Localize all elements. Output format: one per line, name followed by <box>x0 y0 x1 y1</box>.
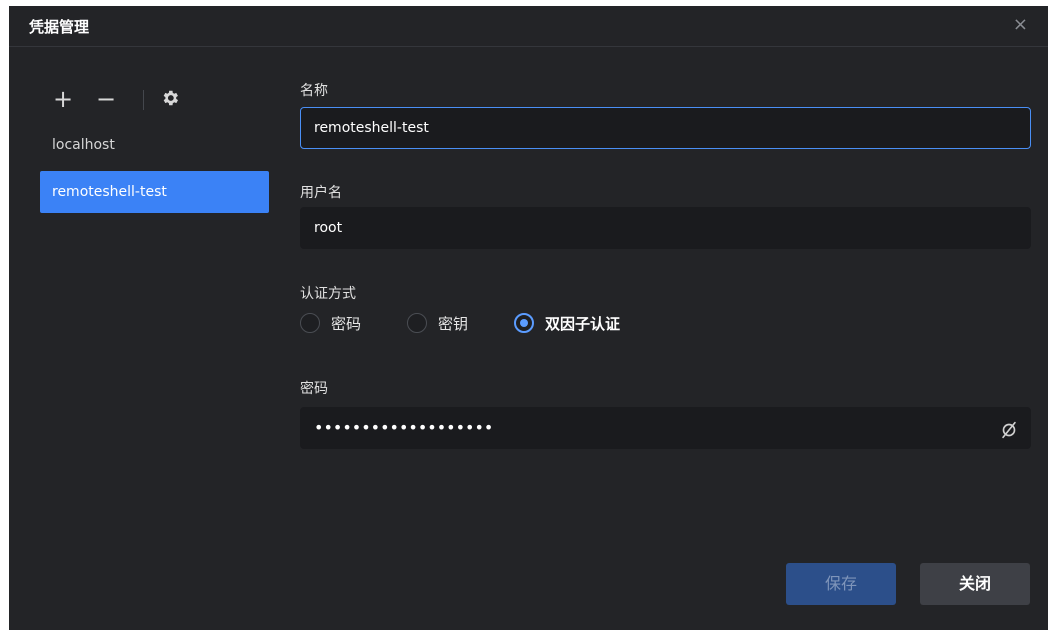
close-icon[interactable]: × <box>1013 14 1028 35</box>
credential-item-localhost[interactable]: localhost <box>40 124 269 166</box>
dialog-title: 凭据管理 <box>29 18 90 36</box>
radio-circle <box>407 313 427 333</box>
dialog-titlebar: 凭据管理 × <box>9 6 1048 47</box>
radio-label: 密码 <box>331 315 362 333</box>
close-button[interactable]: 关闭 <box>920 563 1030 605</box>
name-label: 名称 <box>300 83 328 99</box>
credential-item-remoteshell-test[interactable]: remoteshell-test <box>40 171 269 213</box>
credential-manager-dialog: 凭据管理 × + − localhost remoteshell-test 名称… <box>9 6 1048 630</box>
save-button[interactable]: 保存 <box>786 563 896 605</box>
radio-label: 密钥 <box>438 315 469 333</box>
toolbar-divider <box>143 90 144 110</box>
gear-icon[interactable] <box>160 87 180 113</box>
radio-circle <box>514 313 534 333</box>
password-label: 密码 <box>300 381 328 397</box>
password-field[interactable]: ••••••••••••••••••• <box>300 407 1031 449</box>
radio-circle <box>300 313 320 333</box>
eye-off-icon[interactable] <box>998 417 1020 439</box>
add-credential-button[interactable]: + <box>53 86 73 112</box>
remove-credential-button[interactable]: − <box>96 86 116 112</box>
auth-method-label: 认证方式 <box>300 286 356 302</box>
username-field[interactable]: root <box>300 207 1031 249</box>
name-field[interactable]: remoteshell-test <box>300 107 1031 149</box>
radio-label: 双因子认证 <box>545 315 621 333</box>
password-mask: ••••••••••••••••••• <box>314 418 494 437</box>
username-label: 用户名 <box>300 185 342 201</box>
